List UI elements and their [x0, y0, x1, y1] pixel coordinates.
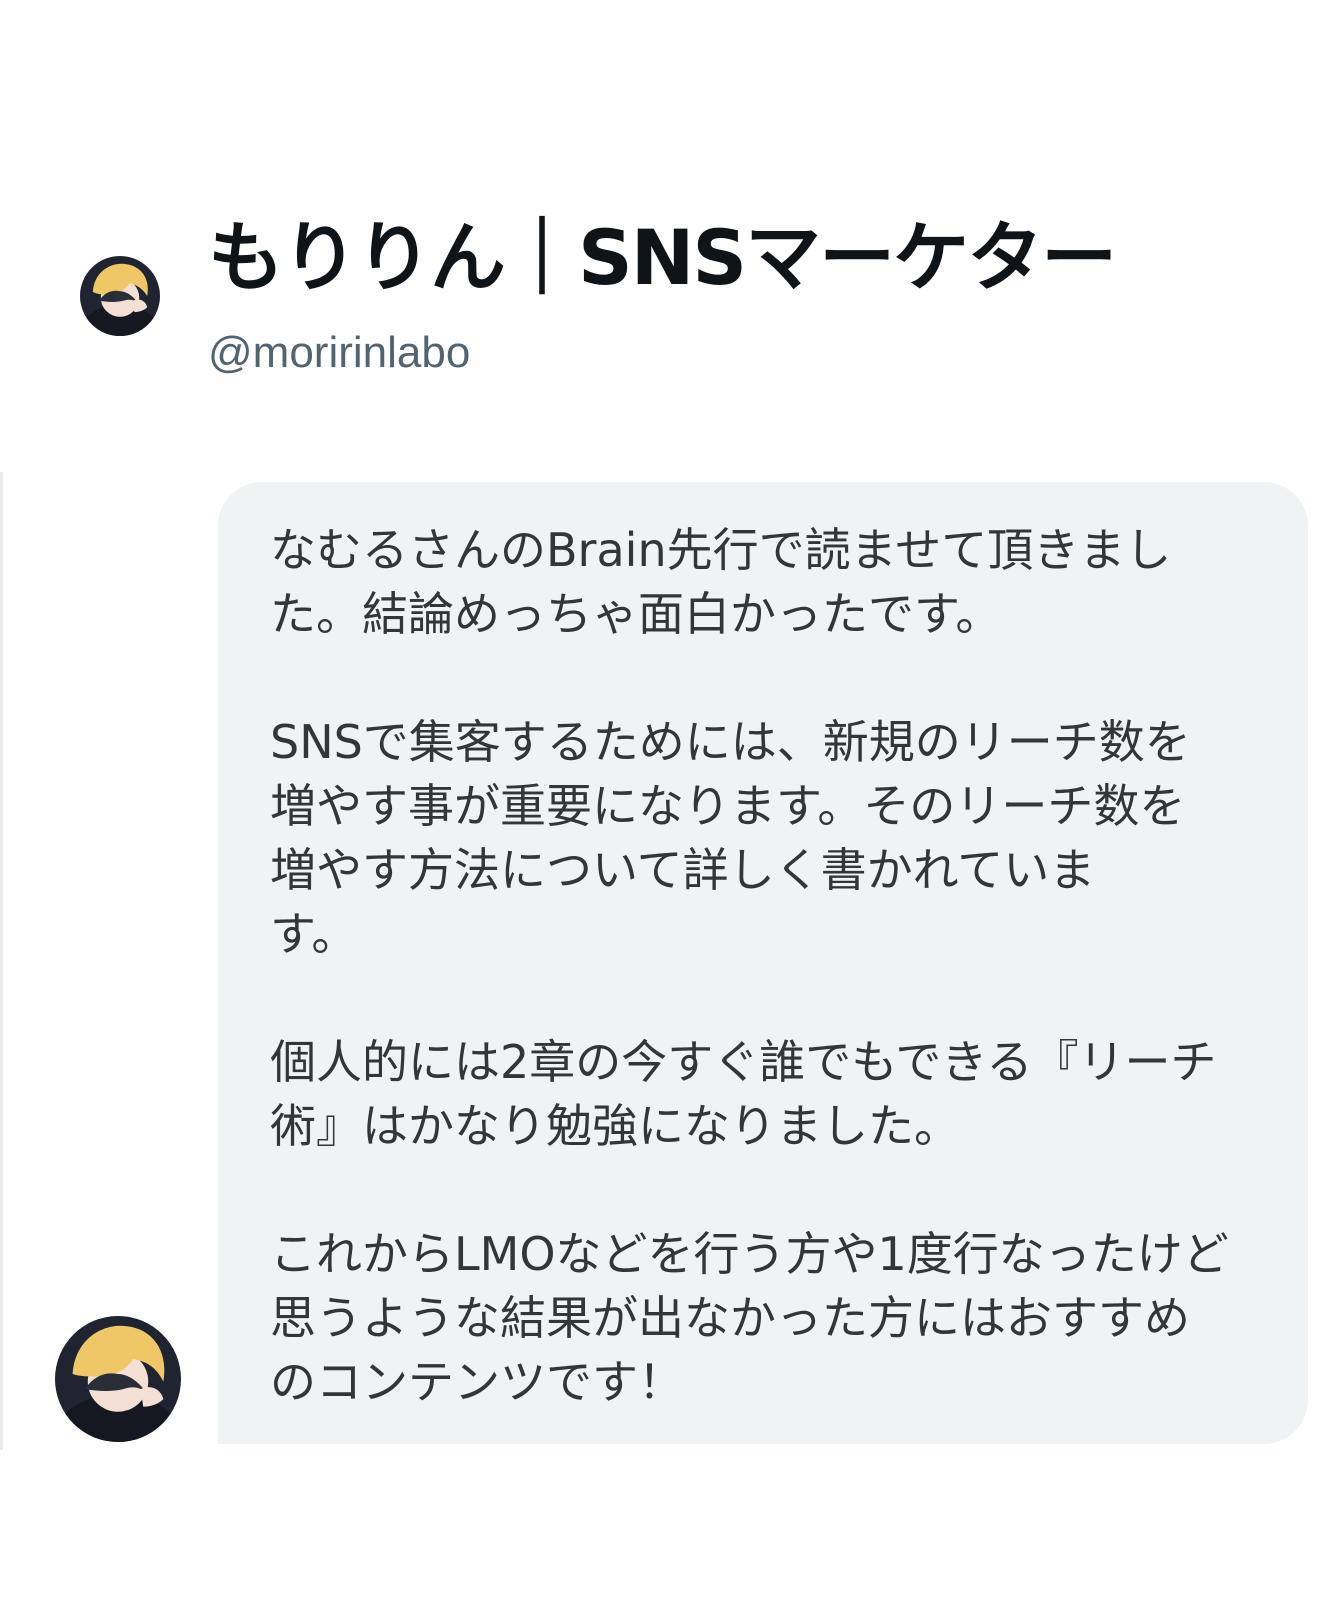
message-paragraph-1: なむるさんのBrain先行で読ませて頂きまし た。結論めっちゃ面白かったです。 [270, 523, 1172, 641]
message-paragraph-3: 個人的には2章の今すぐ誰でもできる『リーチ 術』はかなり勉強になりました。 [270, 1035, 1217, 1153]
user-avatar-icon [55, 1316, 181, 1442]
user-handle[interactable]: @moririnlabo [208, 327, 470, 379]
message-paragraph-2: SNSで集客するためには、新規のリーチ数を 増やす事が重要になります。そのリーチ… [270, 715, 1191, 961]
thread-line [0, 472, 3, 1450]
message-text: なむるさんのBrain先行で読ませて頂きまし た。結論めっちゃ面白かったです。 … [270, 518, 1270, 1414]
profile-avatar[interactable] [80, 256, 160, 336]
message-paragraph-4: これからLMOなどを行う方や1度行なったけど 思うような結果が出なかった方にはお… [270, 1227, 1229, 1409]
message-bubble: なむるさんのBrain先行で読ませて頂きまし た。結論めっちゃ面白かったです。 … [218, 482, 1308, 1444]
display-name[interactable]: もりりん｜SNSマーケター [208, 208, 1308, 308]
profile-header: もりりん｜SNSマーケター @moririnlabo [0, 0, 1334, 430]
user-avatar-icon [80, 256, 160, 336]
message-avatar[interactable] [55, 1316, 181, 1442]
